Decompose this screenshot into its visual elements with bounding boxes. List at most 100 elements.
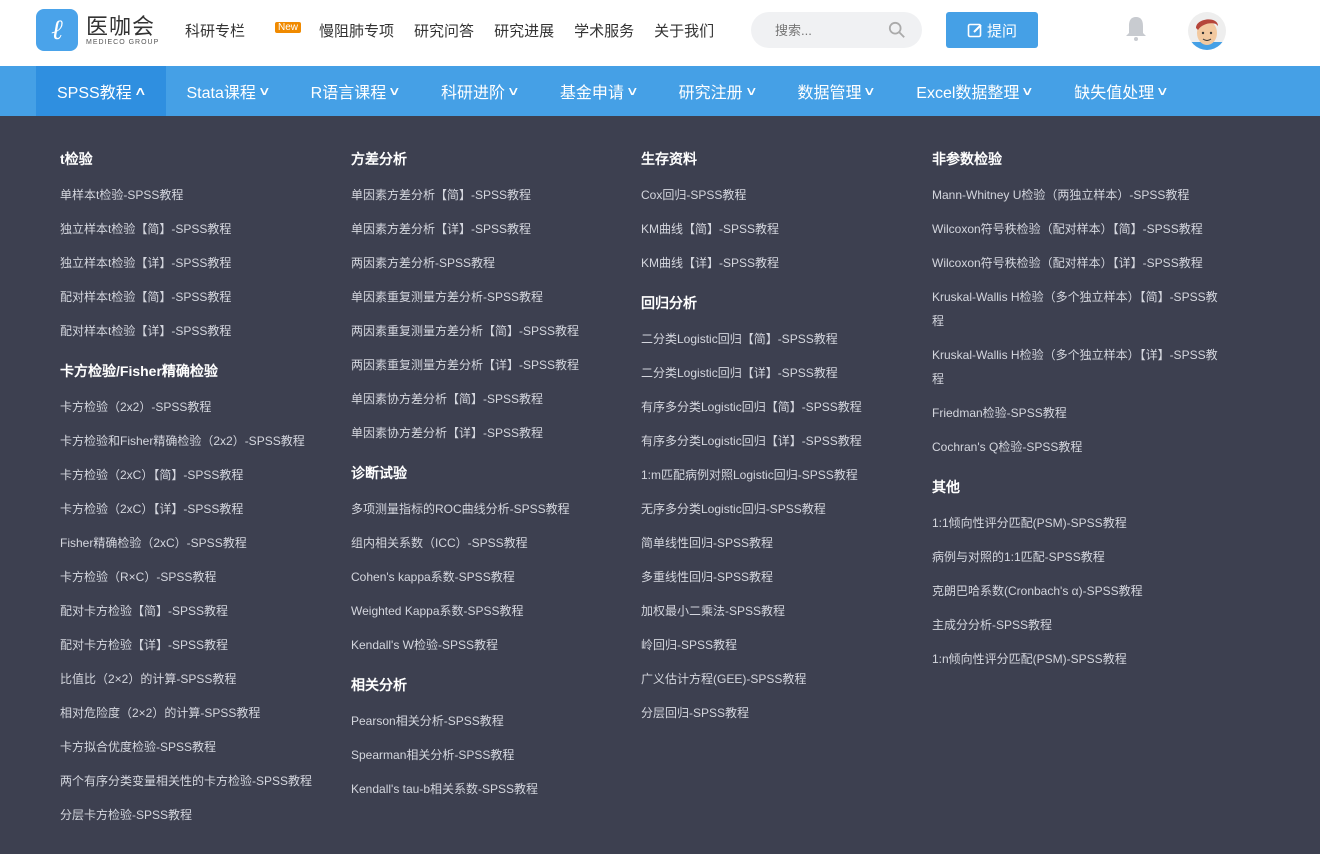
menu-link[interactable]: 岭回归-SPSS教程 — [641, 628, 929, 662]
menu-link[interactable]: 两因素重复测量方差分析【简】-SPSS教程 — [351, 314, 639, 348]
menu-link[interactable]: Wilcoxon符号秩检验（配对样本）【简】-SPSS教程 — [932, 212, 1220, 246]
menu-link[interactable]: 有序多分类Logistic回归【简】-SPSS教程 — [641, 390, 929, 424]
menu-link[interactable]: 分层回归-SPSS教程 — [641, 696, 929, 730]
menu-link[interactable]: Pearson相关分析-SPSS教程 — [351, 704, 639, 738]
menu-link[interactable]: 克朗巴哈系数(Cronbach's α)-SPSS教程 — [932, 574, 1220, 608]
nav-tab[interactable]: 研究注册 ∨ — [658, 66, 777, 116]
topnav-item[interactable]: 慢阻肺专项 — [319, 20, 394, 41]
topnav-item[interactable]: 研究问答 — [414, 20, 474, 41]
menu-group-heading: 方差分析 — [351, 151, 407, 167]
menu-link[interactable]: 卡方检验（2xC）【详】-SPSS教程 — [60, 492, 348, 526]
nav-tab[interactable]: R语言课程 ∨ — [290, 66, 420, 116]
spss-dropdown-menu: t检验 单样本t检验-SPSS教程 独立样本t检验【简】-SPSS教程 独立样本t检验… — [0, 116, 1320, 822]
menu-link[interactable]: 卡方拟合优度检验-SPSS教程 — [60, 730, 348, 764]
edit-icon — [967, 23, 982, 38]
chevron-down-icon: ∨ — [1156, 84, 1170, 98]
topnav-item[interactable]: 研究进展 — [494, 20, 554, 41]
nav-tab[interactable]: 数据管理 ∨ — [776, 66, 895, 116]
menu-link[interactable]: Kruskal-Wallis H检验（多个独立样本）【详】-SPSS教程 — [932, 338, 1220, 396]
menu-group-heading: 回归分析 — [641, 295, 697, 311]
menu-group-heading: 生存资料 — [641, 151, 697, 167]
menu-link[interactable]: Friedman检验-SPSS教程 — [932, 396, 1220, 430]
menu-link[interactable]: Weighted Kappa系数-SPSS教程 — [351, 594, 639, 628]
menu-link[interactable]: 无序多分类Logistic回归-SPSS教程 — [641, 492, 929, 526]
menu-link[interactable]: 两因素重复测量方差分析【详】-SPSS教程 — [351, 348, 639, 382]
menu-link[interactable]: 有序多分类Logistic回归【详】-SPSS教程 — [641, 424, 929, 458]
search-input[interactable] — [775, 22, 875, 38]
menu-link[interactable]: 1:1倾向性评分匹配(PSM)-SPSS教程 — [932, 506, 1220, 540]
menu-link[interactable]: 卡方检验（2xC）【简】-SPSS教程 — [60, 458, 348, 492]
menu-link[interactable]: 多项测量指标的ROC曲线分析-SPSS教程 — [351, 492, 639, 526]
menu-link[interactable]: 独立样本t检验【简】-SPSS教程 — [60, 212, 348, 246]
menu-link[interactable]: 二分类Logistic回归【简】-SPSS教程 — [641, 322, 929, 356]
menu-link[interactable]: 两个有序分类变量相关性的卡方检验-SPSS教程 — [60, 764, 348, 798]
menu-link[interactable]: Kendall's W检验-SPSS教程 — [351, 628, 639, 662]
menu-link[interactable]: 卡方检验（2x2）-SPSS教程 — [60, 390, 348, 424]
menu-link[interactable]: 病例与对照的1:1匹配-SPSS教程 — [932, 540, 1220, 574]
avatar[interactable] — [1188, 12, 1226, 50]
menu-link[interactable]: 单因素协方差分析【简】-SPSS教程 — [351, 382, 639, 416]
menu-link[interactable]: 分层卡方检验-SPSS教程 — [60, 798, 348, 832]
logo-mark-icon: ℓ — [36, 9, 78, 51]
nav-tab[interactable]: Excel数据整理 ∨ — [895, 66, 1053, 116]
menu-group-heading: 诊断试验 — [351, 465, 407, 481]
menu-link[interactable]: Kruskal-Wallis H检验（多个独立样本）【简】-SPSS教程 — [932, 280, 1220, 338]
nav-tab[interactable]: 科研进阶 ∨ — [420, 66, 539, 116]
menu-link[interactable]: 1:n倾向性评分匹配(PSM)-SPSS教程 — [932, 642, 1220, 676]
menu-link[interactable]: 单因素重复测量方差分析-SPSS教程 — [351, 280, 639, 314]
main-nav: SPSS教程 ∧ Stata课程 ∨ R语言课程 ∨ 科研进阶 ∨ 基金申请 ∨ 研究注册 ∨ 数据管理… — [0, 66, 1320, 116]
search-icon[interactable] — [888, 21, 906, 39]
brand-name: 医咖会 — [86, 13, 156, 39]
menu-link[interactable]: KM曲线【简】-SPSS教程 — [641, 212, 929, 246]
chevron-down-icon: ∨ — [863, 84, 877, 98]
menu-link[interactable]: 配对样本t检验【简】-SPSS教程 — [60, 280, 348, 314]
nav-tab[interactable]: SPSS教程 ∧ — [36, 66, 166, 116]
menu-link[interactable]: Fisher精确检验（2xC）-SPSS教程 — [60, 526, 348, 560]
menu-link[interactable]: 相对危险度（2×2）的计算-SPSS教程 — [60, 696, 348, 730]
menu-link[interactable]: 单因素方差分析【简】-SPSS教程 — [351, 178, 639, 212]
menu-column: 生存资料 Cox回归-SPSS教程 KM曲线【简】-SPSS教程 KM曲线【详】-SP… — [641, 147, 931, 730]
menu-link[interactable]: Wilcoxon符号秩检验（配对样本）【详】-SPSS教程 — [932, 246, 1220, 280]
menu-link[interactable]: 独立样本t检验【详】-SPSS教程 — [60, 246, 348, 280]
nav-tab[interactable]: Stata课程 ∨ — [166, 66, 290, 116]
nav-tab[interactable]: 缺失值处理 ∨ — [1053, 66, 1188, 116]
menu-link[interactable]: Cohen's kappa系数-SPSS教程 — [351, 560, 639, 594]
menu-link[interactable]: 多重线性回归-SPSS教程 — [641, 560, 929, 594]
menu-link[interactable]: Mann-Whitney U检验（两独立样本）-SPSS教程 — [932, 178, 1220, 212]
chevron-down-icon: ∨ — [625, 84, 639, 98]
menu-link[interactable]: 加权最小二乘法-SPSS教程 — [641, 594, 929, 628]
menu-link[interactable]: 组内相关系数（ICC）-SPSS教程 — [351, 526, 639, 560]
menu-link[interactable]: 主成分分析-SPSS教程 — [932, 608, 1220, 642]
menu-link[interactable]: 比值比（2×2）的计算-SPSS教程 — [60, 662, 348, 696]
top-header: ℓ 医咖会 MEDIECO GROUP 科研专栏 New 慢阻肺专项 研究问答 研… — [0, 0, 1320, 66]
menu-link[interactable]: 两因素方差分析-SPSS教程 — [351, 246, 639, 280]
menu-link[interactable]: KM曲线【详】-SPSS教程 — [641, 246, 929, 280]
menu-link[interactable]: Cox回归-SPSS教程 — [641, 178, 929, 212]
topnav-item[interactable]: 关于我们 — [654, 20, 714, 41]
bell-icon[interactable] — [1124, 14, 1148, 42]
logo[interactable]: ℓ 医咖会 MEDIECO GROUP — [36, 9, 159, 51]
topnav-item[interactable]: 学术服务 — [574, 20, 634, 41]
menu-link[interactable]: 二分类Logistic回归【详】-SPSS教程 — [641, 356, 929, 390]
menu-link[interactable]: Kendall's tau-b相关系数-SPSS教程 — [351, 772, 639, 806]
menu-link[interactable]: 单因素协方差分析【详】-SPSS教程 — [351, 416, 639, 450]
menu-link[interactable]: 配对卡方检验【简】-SPSS教程 — [60, 594, 348, 628]
menu-link[interactable]: 简单线性回归-SPSS教程 — [641, 526, 929, 560]
ask-button[interactable]: 提问 — [946, 12, 1038, 48]
menu-link[interactable]: 卡方检验和Fisher精确检验（2x2）-SPSS教程 — [60, 424, 348, 458]
menu-link[interactable]: 单样本t检验-SPSS教程 — [60, 178, 348, 212]
menu-link[interactable]: 配对样本t检验【详】-SPSS教程 — [60, 314, 348, 348]
ask-label: 提问 — [986, 22, 1017, 40]
menu-link[interactable]: 广义估计方程(GEE)-SPSS教程 — [641, 662, 929, 696]
menu-link[interactable]: Spearman相关分析-SPSS教程 — [351, 738, 639, 772]
menu-link[interactable]: 1:m匹配病例对照Logistic回归-SPSS教程 — [641, 458, 929, 492]
menu-link[interactable]: 单因素方差分析【详】-SPSS教程 — [351, 212, 639, 246]
nav-tab-label: 数据管理 — [797, 85, 862, 102]
nav-tab-label: 基金申请 — [559, 85, 624, 102]
menu-link[interactable]: Cochran's Q检验-SPSS教程 — [932, 430, 1220, 464]
nav-tab[interactable]: 基金申请 ∨ — [539, 66, 658, 116]
topnav-item[interactable]: 科研专栏 New — [185, 20, 302, 41]
brand-subtitle: MEDIECO GROUP — [86, 38, 160, 46]
menu-link[interactable]: 卡方检验（R×C）-SPSS教程 — [60, 560, 348, 594]
menu-link[interactable]: 配对卡方检验【详】-SPSS教程 — [60, 628, 348, 662]
